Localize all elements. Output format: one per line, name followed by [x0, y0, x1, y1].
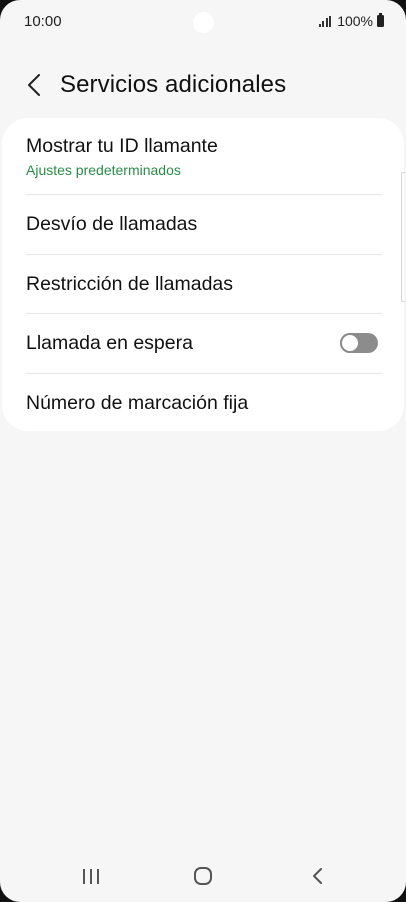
page-title: Servicios adicionales — [60, 71, 287, 98]
phone-screen: 10:00 100% Servicios adicionales Mostrar… — [0, 0, 406, 902]
signal-icon — [318, 15, 332, 27]
setting-caller-id[interactable]: Mostrar tu ID llamante Ajustes predeterm… — [2, 118, 404, 194]
home-icon — [194, 867, 212, 885]
camera-cutout — [193, 12, 214, 33]
status-bar: 10:00 100% — [0, 0, 406, 44]
setting-label: Desvío de llamadas — [26, 213, 198, 235]
setting-call-forwarding[interactable]: Desvío de llamadas — [2, 195, 404, 254]
setting-call-waiting[interactable]: Llamada en espera — [2, 314, 404, 373]
setting-fixed-dialing[interactable]: Número de marcación fija — [2, 374, 404, 431]
back-button[interactable] — [18, 68, 50, 102]
chevron-left-icon — [28, 74, 40, 96]
setting-label: Llamada en espera — [26, 332, 193, 354]
setting-call-barring[interactable]: Restricción de llamadas — [2, 255, 404, 313]
nav-back-button[interactable] — [308, 866, 328, 886]
battery-level: 100% — [337, 13, 373, 29]
setting-label: Mostrar tu ID llamante — [26, 135, 218, 157]
settings-card: Mostrar tu ID llamante Ajustes predeterm… — [2, 118, 404, 431]
setting-label: Número de marcación fija — [26, 392, 249, 414]
home-button[interactable] — [193, 866, 213, 886]
toggle-knob — [340, 333, 360, 353]
status-time: 10:00 — [24, 13, 62, 30]
call-waiting-toggle[interactable] — [340, 333, 378, 353]
app-header: Servicios adicionales — [0, 60, 406, 110]
back-icon — [313, 868, 322, 884]
navigation-bar — [0, 850, 406, 902]
scroll-indicator[interactable] — [401, 172, 406, 302]
recents-icon — [83, 868, 99, 884]
setting-label: Restricción de llamadas — [26, 273, 234, 295]
recents-button[interactable] — [80, 866, 102, 886]
status-indicators: 100% — [318, 13, 384, 29]
setting-sublabel: Ajustes predeterminados — [26, 162, 181, 178]
battery-icon — [377, 13, 384, 27]
